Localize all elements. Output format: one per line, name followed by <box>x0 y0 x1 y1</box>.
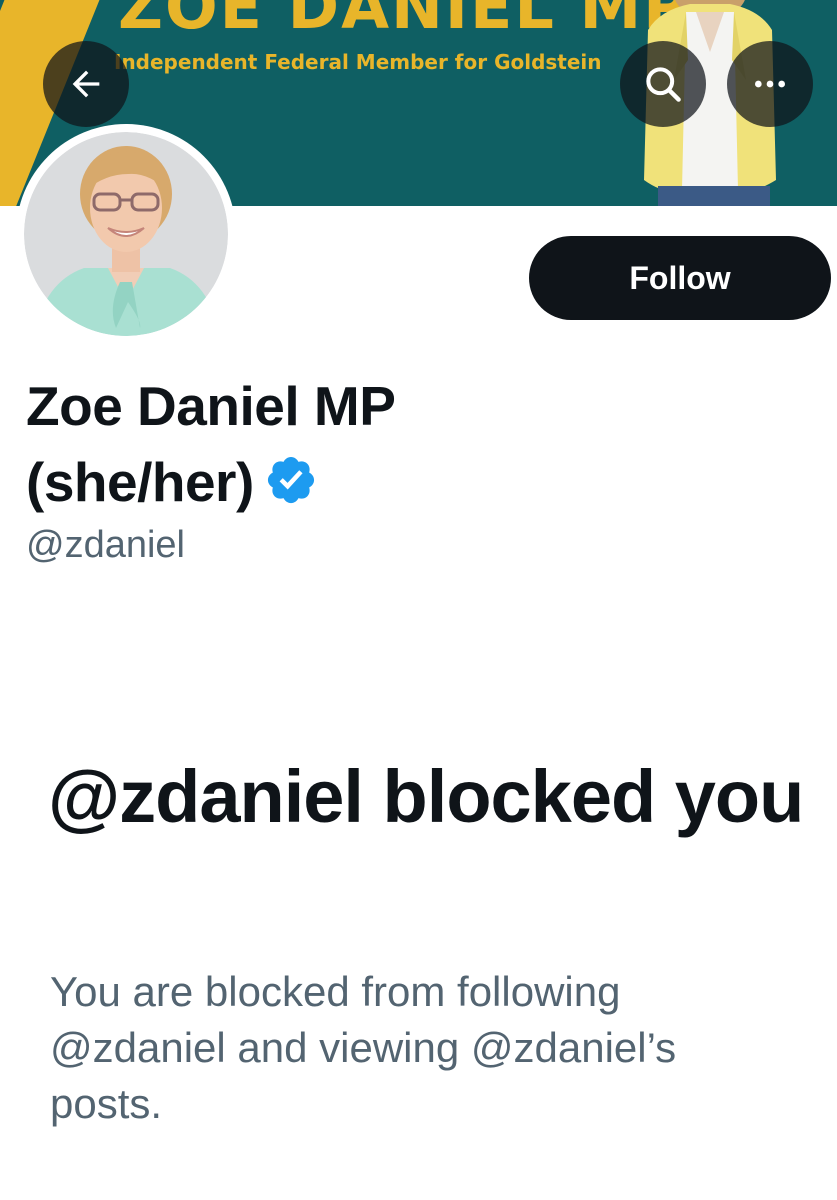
blocked-description: You are blocked from following @zdaniel … <box>50 968 677 1127</box>
search-button[interactable] <box>620 41 706 127</box>
verified-badge-icon[interactable] <box>264 450 318 526</box>
banner-title: ZOE DANIEL MP <box>118 0 691 43</box>
display-name-line-2: (she/her) <box>26 444 546 526</box>
profile-avatar[interactable] <box>16 124 236 344</box>
display-name-pronouns: (she/her) <box>26 451 254 513</box>
arrow-left-icon <box>72 70 100 98</box>
banner-subtitle: Independent Federal Member for Goldstein <box>114 50 602 74</box>
profile-handle: @zdaniel <box>26 524 185 566</box>
search-icon <box>646 67 681 102</box>
back-button[interactable] <box>43 41 129 127</box>
more-options-button[interactable] <box>727 41 813 127</box>
blocked-title: @zdaniel blocked you <box>48 755 804 838</box>
profile-display-name: Zoe Daniel MP (she/her) <box>26 368 546 526</box>
avatar-photo <box>24 132 228 336</box>
follow-button[interactable]: Follow <box>529 236 831 320</box>
display-name-line-1: Zoe Daniel MP <box>26 375 396 437</box>
more-horizontal-icon <box>755 80 785 88</box>
